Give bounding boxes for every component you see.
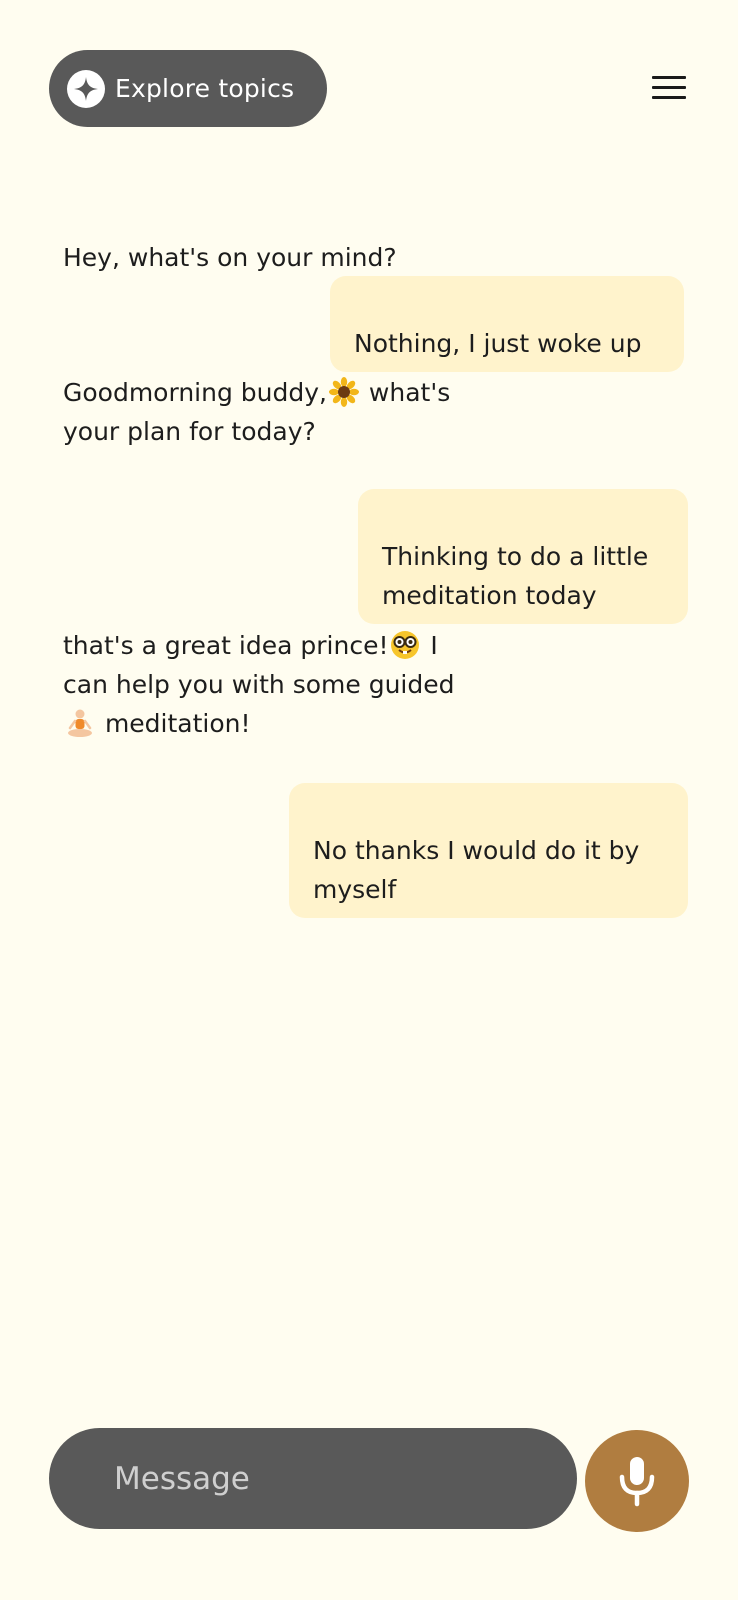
user-message: No thanks I would do it by myself xyxy=(289,783,688,918)
user-message-text: Nothing, I just woke up xyxy=(354,329,642,358)
explore-topics-label: Explore topics xyxy=(115,74,295,103)
user-message: Nothing, I just woke up xyxy=(330,276,684,372)
user-message: Thinking to do a little meditation today xyxy=(358,489,688,624)
user-message-text: No thanks I would do it by myself xyxy=(313,836,640,904)
microphone-icon[interactable] xyxy=(585,1430,689,1532)
bot-message: Goodmorning buddy, what's your plan for … xyxy=(63,373,503,451)
bot-message: Hey, what's on your mind? xyxy=(63,199,503,277)
nerd-face-icon xyxy=(390,630,420,660)
bot-message: that's a great idea prince! I can help y… xyxy=(63,626,503,743)
sunflower-icon xyxy=(328,377,359,407)
user-message-text: Thinking to do a little meditation today xyxy=(382,542,649,610)
bot-message-text: that's a great idea prince! xyxy=(63,631,389,660)
bot-message-text: Hey, what's on your mind? xyxy=(63,243,397,272)
bot-message-text: Goodmorning buddy, xyxy=(63,378,327,407)
sparkle-icon xyxy=(67,69,105,108)
explore-topics-button[interactable]: Explore topics xyxy=(49,50,327,127)
hamburger-menu-icon[interactable] xyxy=(652,76,686,100)
person-lotus-icon xyxy=(65,708,95,738)
bot-message-text-end: meditation! xyxy=(97,709,251,738)
message-input[interactable] xyxy=(49,1428,577,1529)
